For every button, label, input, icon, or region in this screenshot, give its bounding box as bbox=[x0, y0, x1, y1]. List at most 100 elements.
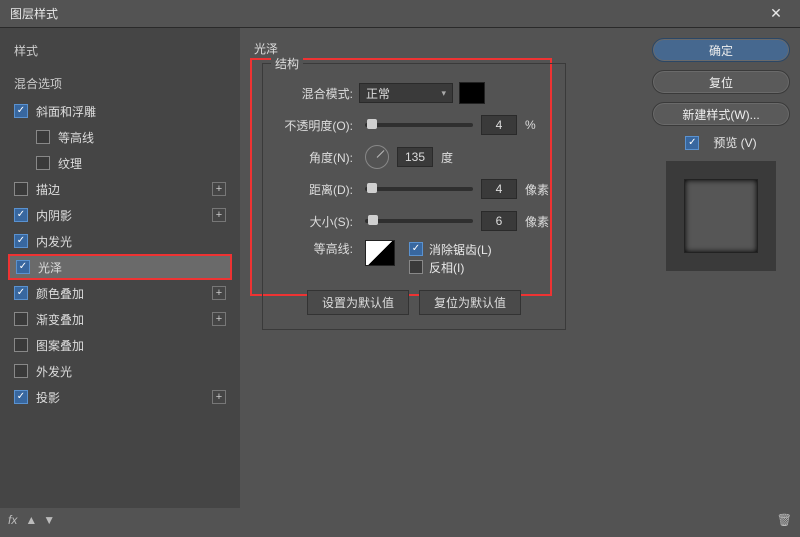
checkbox-icon[interactable] bbox=[14, 364, 28, 378]
contour-picker[interactable] bbox=[365, 240, 395, 266]
sidebar-item-bevel[interactable]: 斜面和浮雕 bbox=[8, 98, 232, 124]
contour-row: 等高线: 消除锯齿(L) 反相(I) bbox=[277, 240, 551, 276]
angle-row: 角度(N): 135 度 bbox=[277, 144, 551, 170]
chevron-down-icon: ▾ bbox=[441, 88, 446, 99]
sidebar-footer: fx ▲ ▼ 🗑 bbox=[8, 509, 792, 531]
antialias-label: 消除锯齿(L) bbox=[429, 241, 492, 258]
plus-icon[interactable]: + bbox=[212, 312, 226, 326]
angle-unit: 度 bbox=[441, 149, 467, 166]
sidebar-item-stroke[interactable]: 描边 + bbox=[8, 176, 232, 202]
cancel-button[interactable]: 复位 bbox=[652, 70, 790, 94]
distance-unit: 像素 bbox=[525, 181, 551, 198]
trash-icon[interactable]: 🗑 bbox=[777, 513, 792, 527]
sidebar: 样式 混合选项 斜面和浮雕 等高线 纹理 描边 + 内阴影 + 内发光 bbox=[0, 28, 240, 508]
plus-icon[interactable]: + bbox=[212, 286, 226, 300]
sidebar-item-satin[interactable]: 光泽 bbox=[8, 254, 232, 280]
checkbox-icon[interactable] bbox=[14, 390, 28, 404]
angle-dial[interactable] bbox=[365, 145, 389, 169]
plus-icon[interactable]: + bbox=[212, 182, 226, 196]
opacity-input[interactable]: 4 bbox=[481, 115, 517, 135]
sidebar-item-texture[interactable]: 纹理 bbox=[8, 150, 232, 176]
fieldset-label: 结构 bbox=[271, 55, 303, 72]
sidebar-item-inner-shadow[interactable]: 内阴影 + bbox=[8, 202, 232, 228]
sidebar-item-label: 外发光 bbox=[36, 363, 226, 380]
sidebar-item-label: 渐变叠加 bbox=[36, 311, 208, 328]
angle-input[interactable]: 135 bbox=[397, 147, 433, 167]
sidebar-item-label: 斜面和浮雕 bbox=[36, 103, 226, 120]
distance-row: 距离(D): 4 像素 bbox=[277, 176, 551, 202]
checkbox-icon[interactable] bbox=[14, 286, 28, 300]
distance-input[interactable]: 4 bbox=[481, 179, 517, 199]
sidebar-item-label: 图案叠加 bbox=[36, 337, 226, 354]
checkbox-icon[interactable] bbox=[14, 312, 28, 326]
invert-label: 反相(I) bbox=[429, 259, 464, 276]
antialias-row[interactable]: 消除锯齿(L) bbox=[409, 240, 492, 258]
blend-mode-value: 正常 bbox=[366, 85, 390, 102]
checkbox-icon[interactable] bbox=[14, 182, 28, 196]
sidebar-item-label: 内发光 bbox=[36, 233, 226, 250]
checkbox-icon[interactable] bbox=[16, 260, 30, 274]
blend-mode-label: 混合模式: bbox=[277, 85, 359, 102]
default-buttons-row: 设置为默认值 复位为默认值 bbox=[277, 290, 551, 315]
preview-label: 预览 (V) bbox=[713, 134, 756, 151]
ok-button[interactable]: 确定 bbox=[652, 38, 790, 62]
sidebar-item-inner-glow[interactable]: 内发光 bbox=[8, 228, 232, 254]
right-column: 确定 复位 新建样式(W)... 预览 (V) bbox=[652, 28, 800, 508]
sidebar-item-label: 内阴影 bbox=[36, 207, 208, 224]
checkbox-icon[interactable] bbox=[14, 104, 28, 118]
checkbox-icon[interactable] bbox=[36, 156, 50, 170]
angle-label: 角度(N): bbox=[277, 149, 359, 166]
size-input[interactable]: 6 bbox=[481, 211, 517, 231]
sidebar-header[interactable]: 样式 bbox=[8, 36, 232, 65]
sidebar-item-color-overlay[interactable]: 颜色叠加 + bbox=[8, 280, 232, 306]
distance-label: 距离(D): bbox=[277, 181, 359, 198]
opacity-label: 不透明度(O): bbox=[277, 117, 359, 134]
main-panel: 光泽 结构 混合模式: 正常 ▾ 不透明度(O): 4 % 角度(N): bbox=[240, 28, 652, 508]
sidebar-item-pattern-overlay[interactable]: 图案叠加 bbox=[8, 332, 232, 358]
sidebar-item-label: 纹理 bbox=[58, 155, 226, 172]
checkbox-icon[interactable] bbox=[14, 208, 28, 222]
fx-icon[interactable]: fx bbox=[8, 513, 17, 527]
reset-default-button[interactable]: 复位为默认值 bbox=[419, 290, 521, 315]
sidebar-item-label: 投影 bbox=[36, 389, 208, 406]
size-label: 大小(S): bbox=[277, 213, 359, 230]
preview-swatch bbox=[684, 179, 758, 253]
sidebar-item-outer-glow[interactable]: 外发光 bbox=[8, 358, 232, 384]
close-icon[interactable]: ✕ bbox=[762, 0, 790, 28]
invert-row[interactable]: 反相(I) bbox=[409, 258, 492, 276]
sidebar-item-drop-shadow[interactable]: 投影 + bbox=[8, 384, 232, 410]
structure-fieldset: 结构 混合模式: 正常 ▾ 不透明度(O): 4 % 角度(N): 135 度 bbox=[262, 63, 566, 330]
arrow-up-icon[interactable]: ▲ bbox=[25, 513, 37, 527]
sidebar-item-label: 等高线 bbox=[58, 129, 226, 146]
opacity-row: 不透明度(O): 4 % bbox=[277, 112, 551, 138]
color-swatch[interactable] bbox=[459, 82, 485, 104]
sidebar-item-label: 颜色叠加 bbox=[36, 285, 208, 302]
checkbox-icon[interactable] bbox=[14, 234, 28, 248]
checkbox-icon[interactable] bbox=[36, 130, 50, 144]
titlebar: 图层样式 ✕ bbox=[0, 0, 800, 28]
plus-icon[interactable]: + bbox=[212, 390, 226, 404]
checkbox-icon[interactable] bbox=[685, 136, 699, 150]
size-slider[interactable] bbox=[365, 219, 473, 223]
blend-mode-row: 混合模式: 正常 ▾ bbox=[277, 80, 551, 106]
new-style-button[interactable]: 新建样式(W)... bbox=[652, 102, 790, 126]
opacity-slider[interactable] bbox=[365, 123, 473, 127]
sidebar-item-contour[interactable]: 等高线 bbox=[8, 124, 232, 150]
sidebar-item-gradient-overlay[interactable]: 渐变叠加 + bbox=[8, 306, 232, 332]
opacity-unit: % bbox=[525, 118, 551, 132]
checkbox-icon[interactable] bbox=[409, 242, 423, 256]
preview-toggle-row[interactable]: 预览 (V) bbox=[652, 134, 790, 151]
arrow-down-icon[interactable]: ▼ bbox=[43, 513, 55, 527]
set-default-button[interactable]: 设置为默认值 bbox=[307, 290, 409, 315]
preview-box bbox=[666, 161, 776, 271]
sidebar-item-label: 光泽 bbox=[38, 259, 224, 276]
distance-slider[interactable] bbox=[365, 187, 473, 191]
contour-label: 等高线: bbox=[277, 240, 359, 257]
checkbox-icon[interactable] bbox=[14, 338, 28, 352]
size-row: 大小(S): 6 像素 bbox=[277, 208, 551, 234]
checkbox-icon[interactable] bbox=[409, 260, 423, 274]
plus-icon[interactable]: + bbox=[212, 208, 226, 222]
sidebar-blend-options[interactable]: 混合选项 bbox=[8, 69, 232, 98]
window-title: 图层样式 bbox=[10, 5, 762, 22]
blend-mode-select[interactable]: 正常 ▾ bbox=[359, 83, 453, 103]
